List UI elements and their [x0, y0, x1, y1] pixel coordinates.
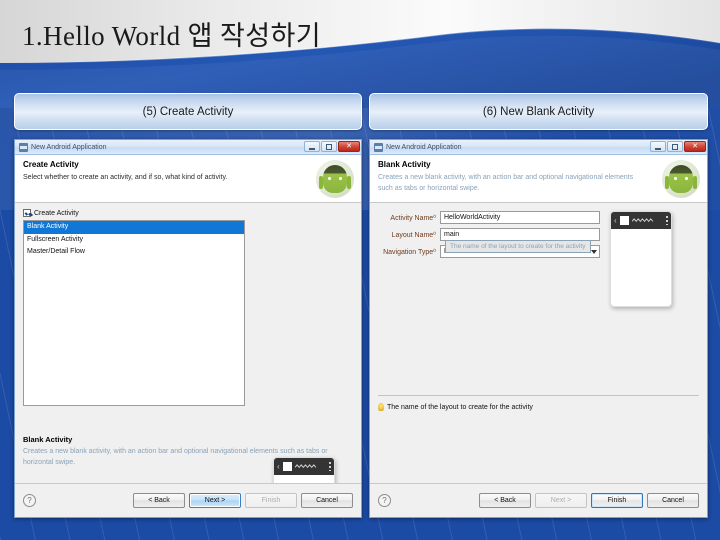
- status-message-bar: The name of the layout to create for the…: [378, 403, 699, 411]
- phone-action-bar: ‹: [611, 212, 671, 229]
- android-mascot-icon: [662, 160, 700, 198]
- android-mascot-icon: [316, 160, 354, 198]
- caption-button-create-activity-label: (5) Create Activity: [142, 105, 234, 118]
- left-dialog-header: Create Activity Select whether to create…: [15, 155, 361, 203]
- maximize-icon: [672, 143, 678, 150]
- maximize-icon: [326, 143, 332, 150]
- layout-name-tooltip: The name of the layout to create for the…: [445, 240, 591, 253]
- right-window-controls: ✕: [650, 141, 706, 152]
- status-message-text: The name of the layout to create for the…: [387, 403, 533, 411]
- slide: 1.Hello World 앱 작성하기 (5) Create Activity…: [0, 0, 720, 540]
- activity-template-list[interactable]: Blank Activity Fullscreen Activity Maste…: [23, 220, 245, 406]
- caption-button-row: (5) Create Activity (6) New Blank Activi…: [0, 93, 720, 130]
- chevron-down-icon: [591, 249, 597, 254]
- left-header-description: Select whether to create an activity, an…: [23, 174, 228, 181]
- navigation-type-label: Navigation Type⁰: [383, 248, 436, 256]
- maximize-button[interactable]: [667, 141, 683, 152]
- back-button[interactable]: < Back: [133, 493, 185, 508]
- right-header-title: Blank Activity: [378, 160, 431, 169]
- minimize-icon: [655, 147, 661, 150]
- left-titlebar-title: New Android Application: [31, 143, 107, 151]
- create-activity-checkbox-row[interactable]: Create Activity: [15, 203, 361, 220]
- right-header-description: Creates a new blank activity, with an ac…: [378, 174, 634, 192]
- activity-name-row: Activity Name⁰ HelloWorldActivity: [378, 211, 600, 224]
- activity-name-label: Activity Name⁰: [390, 214, 436, 222]
- info-bulb-icon: [378, 403, 384, 411]
- android-head: [323, 165, 347, 193]
- next-button: Next >: [535, 493, 587, 508]
- close-button[interactable]: ✕: [338, 141, 360, 152]
- help-icon[interactable]: ?: [23, 494, 36, 507]
- next-button[interactable]: Next >: [189, 493, 241, 508]
- list-item-label: Master/Detail Flow: [27, 248, 85, 255]
- minimize-button[interactable]: [650, 141, 666, 152]
- right-titlebar[interactable]: New Android Application ✕: [370, 140, 707, 155]
- right-titlebar-title: New Android Application: [386, 143, 462, 151]
- right-dialog-body: Activity Name⁰ HelloWorldActivity Layout…: [370, 203, 707, 489]
- minimize-button[interactable]: [304, 141, 320, 152]
- finish-button: Finish: [245, 493, 297, 508]
- caption-button-new-blank-activity-label: (6) New Blank Activity: [482, 105, 595, 118]
- close-icon: ✕: [346, 143, 352, 150]
- left-titlebar[interactable]: New Android Application ✕: [15, 140, 361, 155]
- phone-back-icon: ‹: [614, 215, 617, 225]
- finish-button[interactable]: Finish: [591, 493, 643, 508]
- cancel-button[interactable]: Cancel: [647, 493, 699, 508]
- left-header-title: Create Activity: [23, 160, 79, 169]
- right-dialog-header: Blank Activity Creates a new blank activ…: [370, 155, 707, 203]
- create-activity-checkbox-label: Create Activity: [34, 209, 79, 217]
- layout-name-label: Layout Name⁰: [391, 231, 436, 239]
- left-dialog-footer: ? < Back Next > Finish Cancel: [15, 483, 361, 517]
- status-separator: [378, 395, 699, 396]
- activity-preview-phone: ‹: [610, 211, 672, 307]
- phone-overflow-menu-icon: [666, 216, 668, 225]
- phone-title-placeholder-icon: [631, 218, 653, 223]
- template-description-title: Blank Activity: [23, 435, 73, 444]
- list-item[interactable]: Fullscreen Activity: [24, 234, 244, 247]
- cancel-button[interactable]: Cancel: [301, 493, 353, 508]
- right-dialog-footer: ? < Back Next > Finish Cancel: [370, 483, 707, 517]
- activity-name-field[interactable]: HelloWorldActivity: [440, 211, 600, 224]
- left-footer-buttons: < Back Next > Finish Cancel: [133, 493, 353, 508]
- slide-header: 1.Hello World 앱 작성하기: [0, 0, 720, 108]
- phone-app-icon: [619, 216, 629, 225]
- left-window-controls: ✕: [304, 141, 360, 152]
- left-dialog-window: New Android Application ✕ Create Activit…: [14, 139, 362, 518]
- caption-button-new-blank-activity[interactable]: (6) New Blank Activity: [369, 93, 708, 130]
- help-icon[interactable]: ?: [378, 494, 391, 507]
- list-item[interactable]: Blank Activity: [24, 221, 244, 234]
- create-activity-checkbox[interactable]: [23, 209, 31, 217]
- left-dialog-body: Create Activity Blank Activity Fullscree…: [15, 203, 361, 517]
- close-icon: ✕: [692, 143, 698, 150]
- back-button[interactable]: < Back: [479, 493, 531, 508]
- caption-button-create-activity[interactable]: (5) Create Activity: [14, 93, 362, 130]
- android-app-icon: [19, 142, 28, 152]
- list-item[interactable]: Master/Detail Flow: [24, 246, 244, 259]
- list-item-label: Fullscreen Activity: [27, 235, 84, 243]
- android-head: [669, 165, 693, 193]
- android-arm-right: [347, 176, 351, 189]
- maximize-button[interactable]: [321, 141, 337, 152]
- android-arm-right: [693, 176, 697, 189]
- minimize-icon: [309, 147, 315, 150]
- android-app-icon: [374, 142, 383, 152]
- right-dialog-window: New Android Application ✕ Blank Activity…: [369, 139, 708, 518]
- list-item-label: Blank Activity: [27, 223, 69, 230]
- close-button[interactable]: ✕: [684, 141, 706, 152]
- page-title: 1.Hello World 앱 작성하기: [22, 21, 322, 51]
- template-description-text: Creates a new blank activity, with an ac…: [23, 448, 328, 466]
- right-footer-buttons: < Back Next > Finish Cancel: [479, 493, 699, 508]
- new-blank-activity-form: Activity Name⁰ HelloWorldActivity Layout…: [378, 211, 600, 262]
